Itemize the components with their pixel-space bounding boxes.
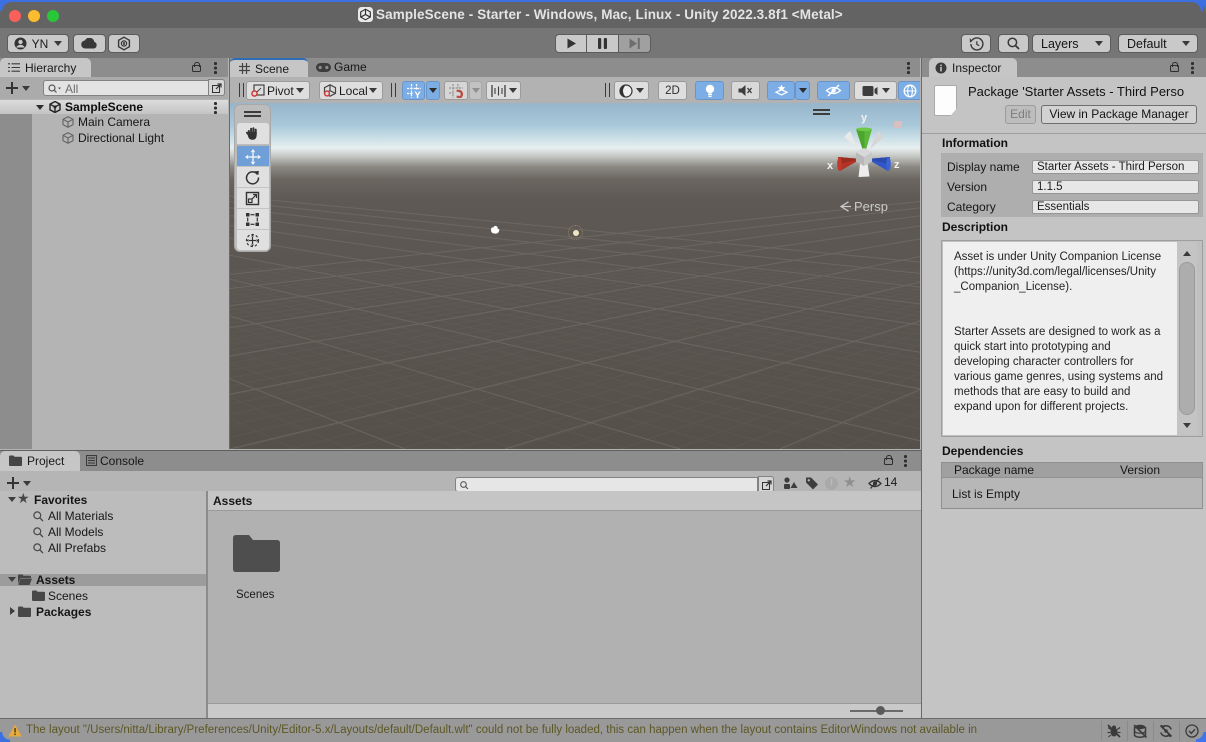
svg-text:y: y bbox=[861, 112, 868, 124]
svg-text:z: z bbox=[894, 159, 900, 171]
svg-text:Y: Y bbox=[414, 90, 421, 98]
svg-text:x: x bbox=[827, 160, 834, 172]
